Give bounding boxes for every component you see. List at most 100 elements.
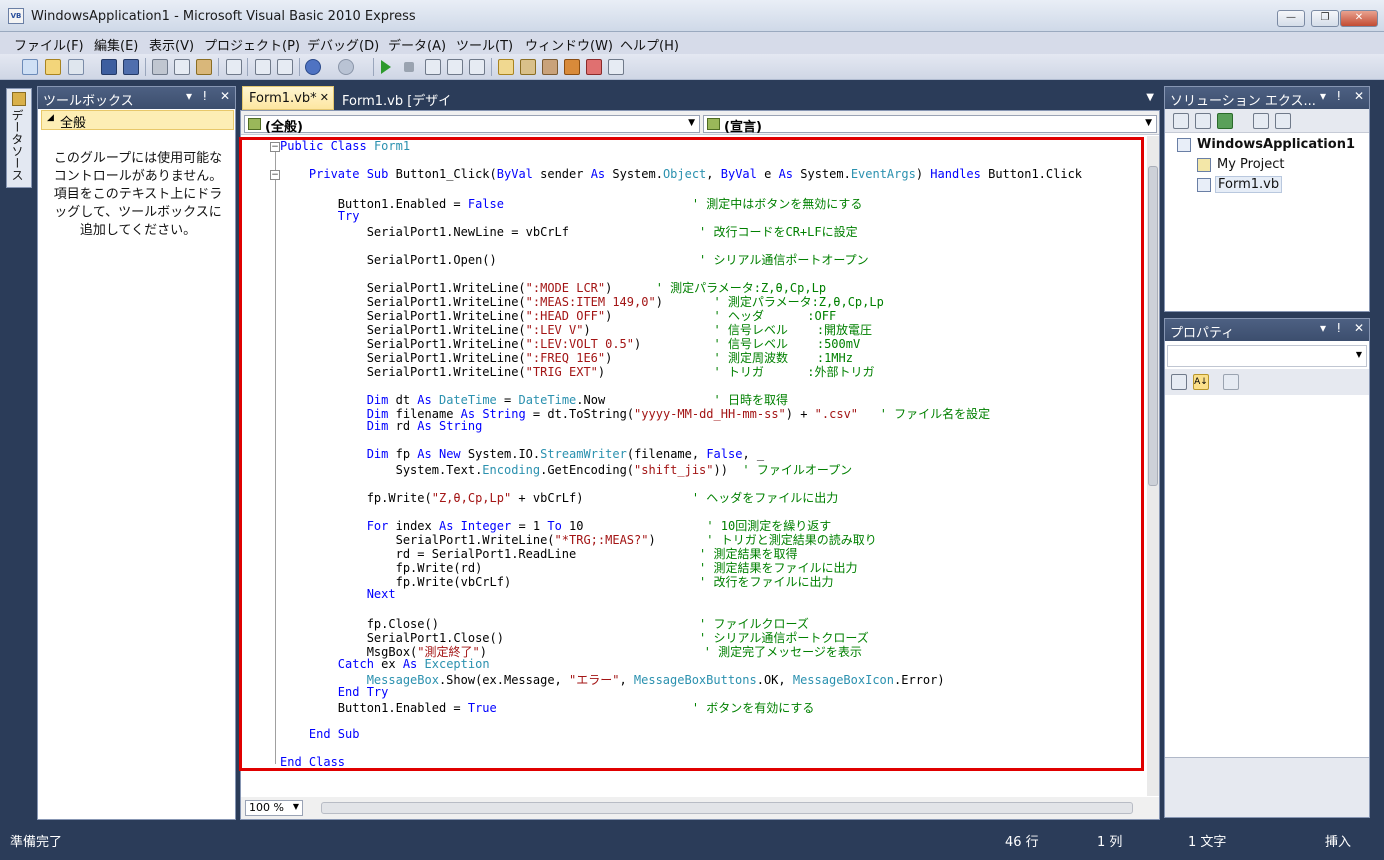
paste-icon[interactable]: [196, 59, 212, 75]
code-line[interactable]: SerialPort1.NewLine = vbCrLf ' 改行コードをCR+…: [280, 223, 858, 240]
code-line[interactable]: Private Sub Button1_Click(ByVal sender A…: [280, 167, 1082, 181]
maximize-button[interactable]: ❐: [1311, 10, 1339, 27]
copy-icon[interactable]: [174, 59, 190, 75]
save-all-icon[interactable]: [123, 59, 139, 75]
code-line[interactable]: Next: [280, 587, 396, 601]
code-line[interactable]: fp.Write("Z,θ,Cp,Lp" + vbCrLf) ' ヘッダをファイ…: [280, 489, 839, 506]
toolbox-dropdown-icon[interactable]: ▾: [186, 89, 192, 103]
panel-close-icon[interactable]: ✕: [1354, 321, 1364, 335]
collapse-sub-icon[interactable]: −: [270, 170, 280, 180]
panel-dropdown-icon[interactable]: ▾: [1320, 321, 1326, 335]
class-name-combo[interactable]: (全般) ▼: [244, 115, 700, 135]
code-line[interactable]: SerialPort1.WriteLine("TRIG EXT") ' トリガ …: [280, 363, 875, 380]
view-code-icon[interactable]: [1253, 113, 1269, 129]
object-select[interactable]: ▼: [1167, 345, 1367, 367]
menu-project[interactable]: プロジェクト(P): [204, 35, 300, 54]
data-sources-tab[interactable]: データソース: [6, 88, 32, 188]
undo-icon[interactable]: [305, 59, 321, 75]
standard-toolbar: [0, 54, 1384, 80]
menu-debug[interactable]: デバッグ(D): [307, 35, 379, 54]
tab-form1-code[interactable]: Form1.vb* ✕: [242, 86, 334, 110]
code-line[interactable]: Catch ex As Exception: [280, 657, 490, 671]
error-list-icon[interactable]: [586, 59, 602, 75]
method-name-combo[interactable]: (宣言) ▼: [703, 115, 1157, 135]
step-out-icon[interactable]: [469, 59, 485, 75]
panel-close-icon[interactable]: ✕: [1354, 89, 1364, 103]
form-file-icon: [1197, 178, 1211, 192]
stop-icon[interactable]: [404, 62, 414, 72]
tab-form1-design[interactable]: Form1.vb [デザイン]*: [336, 86, 476, 128]
solution-project-icon: [1177, 138, 1191, 152]
zoom-select[interactable]: 100 % ▼: [245, 800, 303, 816]
toolbox-panel: ツールボックス ▾ ⵑ ✕ ◢ 全般 このグループには使用可能なコントロールがあ…: [37, 86, 236, 820]
alphabetical-icon[interactable]: A↓: [1193, 374, 1209, 390]
vertical-scroll-thumb[interactable]: [1148, 166, 1158, 486]
property-pages-icon[interactable]: [1223, 374, 1239, 390]
chevron-down-icon: ▼: [1355, 350, 1362, 359]
properties-icon[interactable]: [520, 59, 536, 75]
save-icon[interactable]: [101, 59, 117, 75]
minimize-button[interactable]: —: [1277, 10, 1305, 27]
add-item-icon[interactable]: [68, 59, 84, 75]
close-button[interactable]: ✕: [1340, 10, 1378, 27]
tree-item-my-project[interactable]: My Project: [1217, 157, 1285, 172]
code-line[interactable]: Public Class Form1: [280, 139, 410, 153]
panel-pin-icon[interactable]: ⵑ: [1337, 321, 1341, 335]
panel-pin-icon[interactable]: ⵑ: [1337, 89, 1341, 103]
code-line[interactable]: End Class: [280, 755, 345, 769]
vertical-scrollbar[interactable]: [1147, 136, 1159, 796]
menu-file[interactable]: ファイル(F): [14, 35, 84, 54]
menu-view[interactable]: 表示(V): [149, 35, 194, 54]
code-line[interactable]: Dim rd As String: [280, 419, 483, 433]
new-project-icon[interactable]: [22, 59, 38, 75]
redo-icon[interactable]: [338, 59, 354, 75]
horizontal-scrollbar[interactable]: [321, 802, 1133, 814]
start-debug-icon[interactable]: [381, 60, 391, 74]
step-over-icon[interactable]: [447, 59, 463, 75]
data-sources-label: データソース: [10, 109, 24, 181]
categorized-icon[interactable]: [1171, 374, 1187, 390]
menu-data[interactable]: データ(A): [388, 35, 446, 54]
view-designer-icon[interactable]: [1275, 113, 1291, 129]
code-line[interactable]: SerialPort1.Open() ' シリアル通信ポートオープン: [280, 251, 869, 268]
refresh-icon[interactable]: [1217, 113, 1233, 129]
class-icon: [248, 118, 261, 130]
code-line[interactable]: Button1.Enabled = True ' ボタンを有効にする: [280, 699, 815, 716]
output-icon[interactable]: [608, 59, 624, 75]
properties-small-icon[interactable]: [1195, 113, 1211, 129]
properties-header: プロパティ ▾ ⵑ ✕: [1165, 319, 1369, 341]
menu-tools[interactable]: ツール(T): [456, 35, 513, 54]
code-line[interactable]: Dim fp As New System.IO.StreamWriter(fil…: [280, 447, 764, 461]
solution-explorer-icon[interactable]: [498, 59, 514, 75]
code-line[interactable]: Try: [280, 209, 360, 223]
menu-window[interactable]: ウィンドウ(W): [525, 35, 613, 54]
object-browser-icon[interactable]: [564, 59, 580, 75]
toolbox-group-general[interactable]: ◢ 全般: [41, 110, 234, 131]
tree-item-form1[interactable]: Form1.vb: [1215, 176, 1283, 193]
status-bar: 準備完了 46 行 1 列 1 文字 挿入: [0, 826, 1384, 860]
menu-help[interactable]: ヘルプ(H): [620, 35, 679, 54]
code-line[interactable]: End Try: [280, 685, 389, 699]
step-into-icon[interactable]: [425, 59, 441, 75]
collapse-class-icon[interactable]: −: [270, 142, 280, 152]
toolbox-close-icon[interactable]: ✕: [220, 89, 230, 103]
code-text-area[interactable]: − − Public Class Form1 Private Sub Butto…: [241, 136, 1147, 796]
toolbox-tool-icon[interactable]: [542, 59, 558, 75]
code-line[interactable]: End Sub: [280, 727, 360, 741]
tab-overflow-dropdown-icon[interactable]: ▼: [1146, 92, 1154, 103]
collapse-triangle-icon: ◢: [47, 113, 54, 123]
tree-item-project[interactable]: WindowsApplication1: [1197, 137, 1355, 152]
find-icon[interactable]: [226, 59, 242, 75]
open-file-icon[interactable]: [45, 59, 61, 75]
code-line[interactable]: Button1.Enabled = False ' 測定中はボタンを無効にする: [280, 195, 863, 212]
toolbox-empty-message: このグループには使用可能なコントロールがありません。項目をこのテキスト上にドラッ…: [53, 151, 223, 238]
uncomment-icon[interactable]: [277, 59, 293, 75]
toolbox-pin-icon[interactable]: ⵑ: [203, 89, 207, 103]
cut-icon[interactable]: [152, 59, 168, 75]
menu-edit[interactable]: 編集(E): [94, 35, 138, 54]
tab-close-icon[interactable]: ✕: [320, 91, 329, 104]
comment-icon[interactable]: [255, 59, 271, 75]
panel-dropdown-icon[interactable]: ▾: [1320, 89, 1326, 103]
code-line[interactable]: System.Text.Encoding.GetEncoding("shift_…: [280, 461, 853, 478]
show-all-files-icon[interactable]: [1173, 113, 1189, 129]
